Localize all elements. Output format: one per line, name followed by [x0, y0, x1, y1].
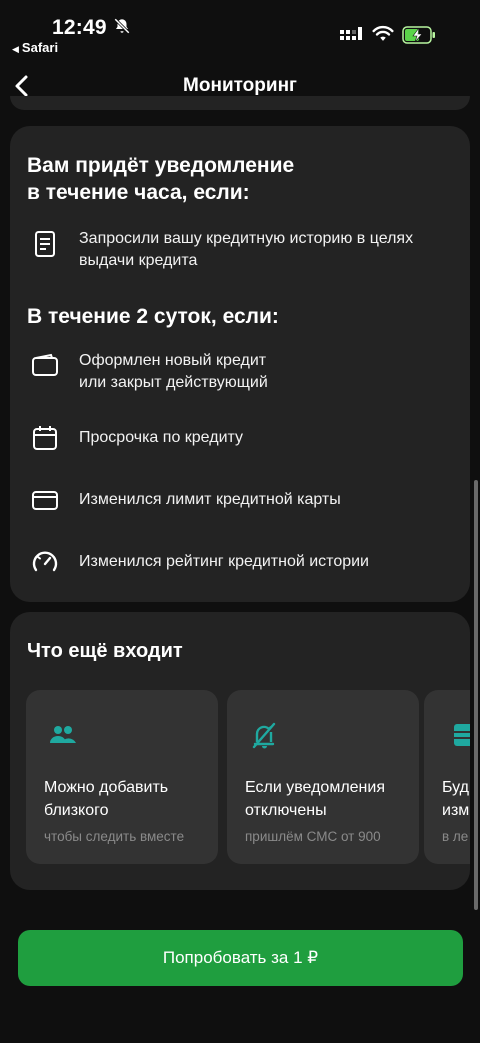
- status-time: 12:49: [52, 16, 107, 39]
- scrollbar[interactable]: [474, 480, 478, 910]
- back-triangle-icon: ◀: [12, 44, 19, 54]
- credit-card-icon: [32, 491, 58, 510]
- notification-item-text: Изменился лимит кредитной карты: [79, 491, 341, 508]
- included-heading: Что ещё входит: [27, 640, 183, 662]
- screen: 12:49 ◀ Safari Мониторинг Вам придёт увед…: [0, 0, 480, 1043]
- battery-charging-icon: [402, 26, 435, 44]
- notification-item: Запросили вашу кредитную историю в целях…: [27, 226, 457, 272]
- previous-card-edge: [10, 96, 470, 110]
- back-app-label: Safari: [21, 40, 59, 55]
- back-to-app-link[interactable]: ◀ Safari: [12, 40, 58, 55]
- notification-item-text: Запросили вашу кредитную историю в целях…: [79, 230, 414, 269]
- feature-tile-title: Буд изм: [442, 779, 470, 819]
- document-icon: [35, 231, 55, 257]
- try-button[interactable]: Попробовать за 1 ₽: [18, 930, 463, 986]
- feature-tile[interactable]: Если уведомления отключены пришлём СМС о…: [227, 690, 419, 864]
- people-icon: [50, 726, 76, 743]
- feature-tile-title: Если уведомления отключены: [245, 779, 385, 819]
- page-title: Мониторинг: [183, 75, 297, 96]
- notification-off-icon: [252, 722, 276, 749]
- device-icon: [454, 724, 470, 746]
- notification-item: Просрочка по кредиту: [27, 424, 457, 454]
- wifi-icon: [372, 25, 394, 41]
- feature-tile-subtitle: чтобы следить вместе: [44, 829, 185, 844]
- feature-tile-title: Можно добавить близкого: [44, 779, 169, 819]
- notification-item: Изменился рейтинг кредитной истории: [27, 548, 457, 578]
- notification-item-text: Изменился рейтинг кредитной истории: [79, 553, 369, 570]
- feature-tile-subtitle: пришлём СМС от 900: [245, 829, 381, 844]
- gauge-icon: [32, 551, 58, 572]
- signal-icon: [340, 27, 362, 40]
- feature-tile[interactable]: Буд изм в ле: [424, 690, 470, 864]
- included-card: Что ещё входит Можно добавить близкого ч…: [10, 612, 470, 890]
- hour-heading: Вам придёт уведомление в течение часа, е…: [27, 154, 295, 204]
- notification-item: Изменился лимит кредитной карты: [27, 486, 457, 516]
- notification-item-text: Просрочка по кредиту: [79, 429, 244, 446]
- days-heading: В течение 2 суток, если:: [27, 305, 279, 328]
- notification-item: Оформлен новый кредит или закрыт действу…: [27, 348, 457, 394]
- notification-item-text: Оформлен новый кредит или закрыт действу…: [79, 352, 268, 391]
- feature-tile[interactable]: Можно добавить близкого чтобы следить вм…: [26, 690, 218, 864]
- notifications-card: Вам придёт уведомление в течение часа, е…: [10, 126, 470, 602]
- feature-tile-subtitle: в ле: [442, 829, 469, 844]
- bell-off-icon: [114, 18, 130, 34]
- wallet-icon: [32, 353, 58, 376]
- calendar-icon: [33, 426, 57, 450]
